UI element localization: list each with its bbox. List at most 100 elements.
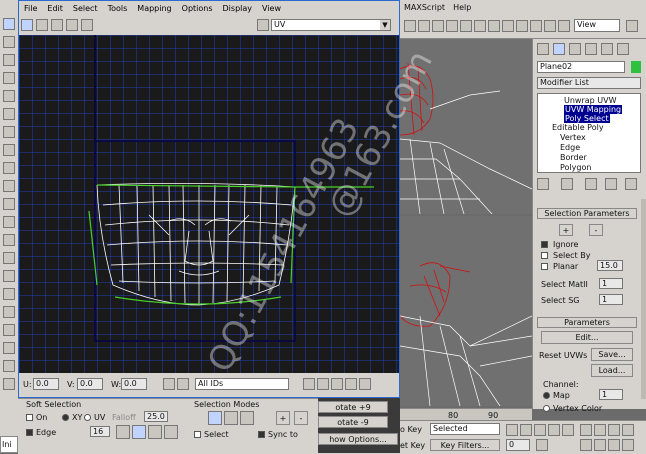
hierarchy-icon[interactable] — [3, 90, 15, 102]
shapes-icon[interactable] — [3, 180, 15, 192]
toolbar-icon-2[interactable] — [418, 20, 430, 32]
display-tab-icon[interactable] — [601, 43, 613, 55]
menu-edit[interactable]: Edit — [42, 4, 68, 13]
reset-uvws-label[interactable]: Reset UVWs — [539, 351, 587, 360]
select-by-checkbox[interactable] — [541, 252, 548, 259]
stack-item-editable-poly[interactable]: Editable Poly — [552, 123, 604, 132]
object-color-swatch[interactable] — [631, 61, 641, 73]
lights-icon[interactable] — [3, 198, 15, 210]
view-dropdown[interactable]: View — [574, 19, 620, 32]
time-config-icon[interactable] — [536, 439, 548, 451]
play-icon[interactable] — [534, 424, 546, 436]
planar-field[interactable]: 15.0 — [597, 260, 623, 271]
v-value-field[interactable]: 0.0 — [77, 378, 103, 390]
extra-tool-3-icon[interactable] — [3, 378, 15, 390]
grid-toggle-icon[interactable] — [359, 378, 371, 390]
menu-tools[interactable]: Tools — [103, 4, 133, 13]
select-sg-label[interactable]: Select SG — [541, 296, 580, 305]
frame-field[interactable]: 0 — [506, 439, 530, 451]
toolbar-icon-9[interactable] — [516, 20, 528, 32]
perspective-viewport-bottom[interactable] — [400, 216, 532, 406]
material-icon[interactable] — [3, 288, 15, 300]
toolbar-icon-4[interactable] — [446, 20, 458, 32]
utilities-tab-icon[interactable] — [617, 43, 629, 55]
sp-plus-button[interactable]: + — [559, 224, 573, 236]
configure-icon[interactable] — [625, 178, 637, 190]
sel-shrink-button[interactable]: - — [294, 411, 308, 425]
selected-dropdown[interactable]: Selected — [430, 423, 500, 435]
nav-fov-icon[interactable] — [608, 439, 620, 451]
sync-checkbox[interactable] — [258, 431, 265, 438]
helpers-icon[interactable] — [3, 234, 15, 246]
nav-pan-icon[interactable] — [580, 439, 592, 451]
rotate-plus-button[interactable]: otate +9 — [318, 401, 388, 413]
nav-extents-icon[interactable] — [608, 424, 620, 436]
select-link-icon[interactable] — [3, 36, 15, 48]
uv-dropdown[interactable]: UV — [271, 19, 391, 31]
load-button[interactable]: Load... — [591, 364, 633, 377]
display-icon[interactable] — [3, 126, 15, 138]
key-filters-button[interactable]: Key Filters... — [430, 439, 500, 451]
selection-parameters-rollout[interactable]: Selection Parameters — [537, 208, 637, 219]
pan-hand-icon[interactable] — [303, 378, 315, 390]
matid-field[interactable]: 1 — [599, 278, 623, 289]
menu-display[interactable]: Display — [218, 4, 258, 13]
hierarchy-tab-icon[interactable] — [569, 43, 581, 55]
motion-tab-icon[interactable] — [585, 43, 597, 55]
sp-minus-button[interactable]: - — [589, 224, 603, 236]
cameras-icon[interactable] — [3, 216, 15, 228]
nav-orbit-icon[interactable] — [594, 439, 606, 451]
toolbar-icon-7[interactable] — [488, 20, 500, 32]
unlink-icon[interactable] — [3, 54, 15, 66]
soft-on-checkbox[interactable] — [26, 414, 33, 421]
toolbar-icon-6[interactable] — [474, 20, 486, 32]
toolbar-icon-11[interactable] — [544, 20, 556, 32]
render-icon[interactable] — [3, 306, 15, 318]
select-checkbox[interactable] — [194, 431, 201, 438]
bind-icon[interactable] — [3, 72, 15, 84]
extra-tool-icon[interactable] — [3, 342, 15, 354]
stack-item-polygon[interactable]: Polygon — [560, 163, 591, 172]
falloff-field[interactable]: 25.0 — [144, 411, 168, 422]
save-button[interactable]: Save... — [591, 348, 633, 361]
edge-checkbox[interactable] — [26, 429, 33, 436]
stack-item-border[interactable]: Border — [560, 153, 587, 162]
systems-icon[interactable] — [3, 270, 15, 282]
falloff-curve-3-icon[interactable] — [148, 425, 162, 439]
view-toolbar-icon[interactable] — [626, 20, 638, 32]
create-tab-icon[interactable] — [537, 43, 549, 55]
sg-field[interactable]: 1 — [599, 294, 623, 305]
extra-tool-2-icon[interactable] — [3, 360, 15, 372]
falloff-curve-2-icon[interactable] — [132, 425, 146, 439]
rotate-icon[interactable] — [36, 19, 48, 31]
planar-checkbox[interactable] — [541, 263, 548, 270]
falloff-curve-4-icon[interactable] — [164, 425, 178, 439]
pin-stack-icon[interactable] — [537, 178, 549, 190]
id-filter-dropdown[interactable]: All IDs — [195, 378, 289, 390]
object-name-field[interactable]: Plane02 — [537, 61, 625, 73]
modifier-list-dropdown[interactable]: Modifier List — [537, 77, 641, 89]
zoom-icon[interactable] — [317, 378, 329, 390]
goto-end-icon[interactable] — [562, 424, 574, 436]
scale-icon[interactable] — [51, 19, 63, 31]
nav-zoom-all-icon[interactable] — [594, 424, 606, 436]
parameters-rollout[interactable]: Parameters — [537, 317, 637, 328]
stack-item-vertex[interactable]: Vertex — [560, 133, 586, 142]
u-value-field[interactable]: 0.0 — [33, 378, 59, 390]
edge-mode-icon[interactable] — [224, 411, 238, 425]
make-unique-icon[interactable] — [585, 178, 597, 190]
show-end-result-icon[interactable] — [561, 178, 573, 190]
menu-select[interactable]: Select — [68, 4, 103, 13]
freeform-icon[interactable] — [66, 19, 78, 31]
menu-file[interactable]: File — [19, 4, 42, 13]
w-value-field[interactable]: 0.0 — [121, 378, 147, 390]
map-channel-field[interactable]: 1 — [599, 389, 623, 400]
select-arrow-icon[interactable] — [3, 18, 15, 30]
sel-grow-button[interactable]: + — [276, 411, 290, 425]
nav-maximize-icon[interactable] — [622, 439, 634, 451]
toolbar-icon-3[interactable] — [432, 20, 444, 32]
mirror-icon[interactable] — [81, 19, 93, 31]
falloff-curve-1-icon[interactable] — [116, 425, 130, 439]
lock-icon[interactable] — [163, 378, 175, 390]
menu-options[interactable]: Options — [177, 4, 218, 13]
